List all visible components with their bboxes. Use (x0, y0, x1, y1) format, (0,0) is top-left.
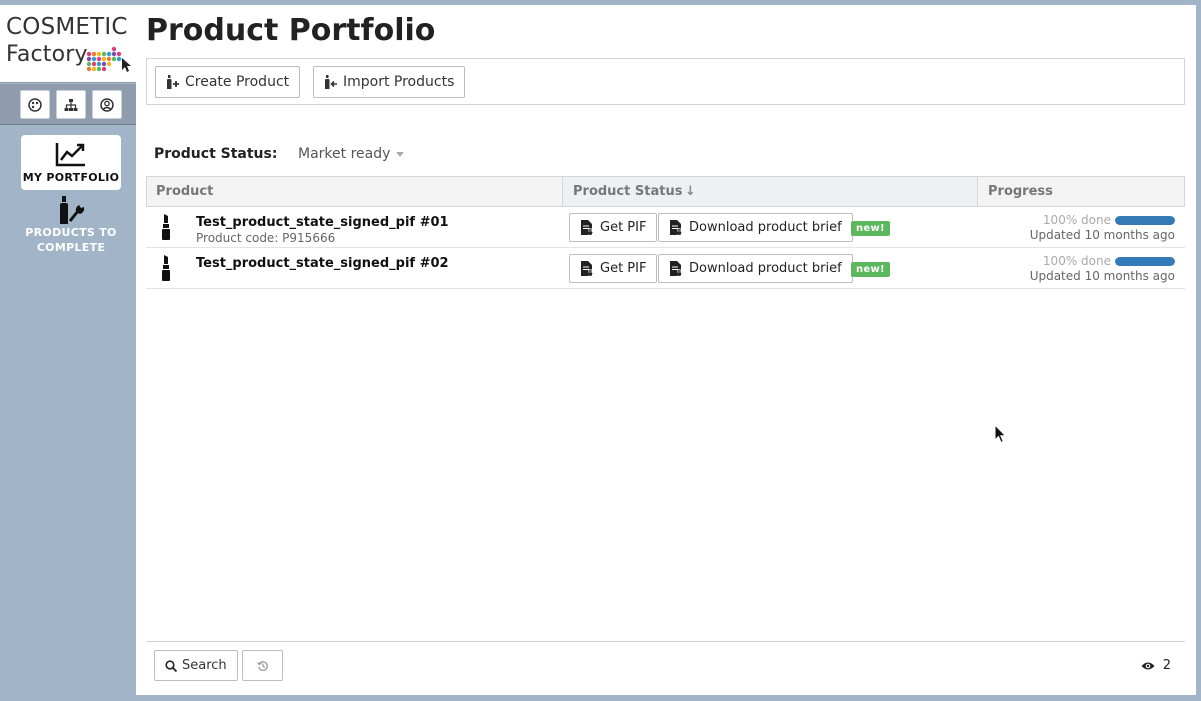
product-name[interactable]: Test_product_state_signed_pif #02 (196, 256, 449, 271)
table-row[interactable]: Test_product_state_signed_pif #02 Get PI… (146, 248, 1185, 289)
table-header: Product Product Status ↓ Progress (146, 176, 1185, 207)
palette-icon (28, 97, 42, 112)
mouse-cursor-icon (994, 424, 1007, 444)
column-header-product-status-cell[interactable]: Product Status ↓ (562, 177, 978, 206)
sitemap-button[interactable] (56, 90, 86, 119)
caret-down-icon (396, 152, 405, 157)
sidebar-icon-bar (0, 84, 136, 125)
logo-text-line1: COSMETIC (6, 14, 128, 40)
import-products-button[interactable]: Import Products (313, 66, 466, 98)
progress-text: 100% done (1042, 254, 1111, 268)
search-label: Search (182, 658, 227, 673)
download-product-brief-button[interactable]: Download product brief (658, 254, 853, 283)
bottle-import-icon (325, 75, 337, 89)
app-logo[interactable]: COSMETIC Factory (0, 5, 136, 83)
lipstick-icon (162, 214, 170, 240)
create-product-label: Create Product (185, 74, 290, 90)
progress-bar (1115, 256, 1175, 266)
reset-history-button[interactable] (242, 650, 283, 681)
get-pif-button[interactable]: Get PIF (569, 254, 658, 283)
sort-desc-icon: ↓ (685, 184, 696, 199)
search-button[interactable]: Search (154, 650, 238, 681)
import-products-label: Import Products (343, 74, 455, 90)
eye-icon (1141, 662, 1155, 669)
download-product-brief-label: Download product brief (689, 261, 842, 276)
product-name[interactable]: Test_product_state_signed_pif #01 (196, 215, 449, 230)
sitemap-icon (64, 98, 78, 111)
column-header-product[interactable]: Product (156, 177, 213, 206)
progress-bar-fill (1115, 256, 1175, 266)
get-pif-label: Get PIF (600, 220, 647, 235)
file-download-icon (581, 220, 593, 235)
product-code: Product code: P915666 (196, 231, 336, 245)
get-pif-label: Get PIF (600, 261, 647, 276)
sidebar: COSMETIC Factory MY PORTFOLIO PRODUCTS T… (0, 5, 136, 695)
user-circle-icon (100, 97, 114, 112)
progress-text: 100% done (1042, 213, 1111, 227)
new-badge: new! (851, 221, 890, 236)
search-icon (165, 659, 177, 672)
product-status-dropdown[interactable]: Market ready (298, 146, 405, 162)
download-product-brief-button[interactable]: Download product brief (658, 213, 853, 242)
footer-bar: Search 2 (146, 641, 1185, 695)
logo-dots-icon (86, 46, 131, 72)
progress-bar (1115, 215, 1175, 225)
progress-cell: 100% done Updated 10 months ago (1030, 213, 1175, 242)
view-count: 2 (1141, 658, 1171, 673)
product-status-selected: Market ready (298, 146, 391, 162)
bottle-plus-icon (167, 75, 179, 89)
toolbar: Create Product Import Products (146, 58, 1185, 105)
table-row[interactable]: Test_product_state_signed_pif #01 Produc… (146, 207, 1185, 248)
column-header-product-status: Product Status (573, 184, 683, 199)
nav-label: MY PORTFOLIO (22, 171, 120, 184)
chart-line-icon (55, 143, 85, 167)
history-icon (256, 660, 268, 671)
view-count-value: 2 (1162, 658, 1171, 673)
file-download-icon (670, 261, 682, 276)
file-download-icon (670, 220, 682, 235)
column-header-progress[interactable]: Progress (988, 177, 1053, 206)
nav-products-to-complete[interactable]: PRODUCTS TO COMPLETE (21, 195, 121, 259)
logo-text-line2: Factory (6, 42, 88, 67)
page-title: Product Portfolio (146, 13, 436, 48)
nav-label: PRODUCTS TO COMPLETE (25, 226, 117, 254)
download-product-brief-label: Download product brief (689, 220, 842, 235)
get-pif-button[interactable]: Get PIF (569, 213, 658, 242)
palette-button[interactable] (20, 90, 50, 119)
main-content: Product Portfolio Create Product Import … (136, 5, 1196, 695)
product-status-filter-label: Product Status: (154, 146, 278, 162)
create-product-button[interactable]: Create Product (155, 66, 301, 98)
nav-my-portfolio[interactable]: MY PORTFOLIO (21, 135, 121, 190)
progress-bar-fill (1115, 215, 1175, 225)
user-button[interactable] (92, 90, 122, 119)
file-download-icon (581, 261, 593, 276)
new-badge: new! (851, 262, 890, 277)
updated-time: Updated 10 months ago (1029, 269, 1175, 283)
updated-time: Updated 10 months ago (1029, 228, 1175, 242)
progress-cell: 100% done Updated 10 months ago (1030, 254, 1175, 283)
lipstick-icon (162, 255, 170, 281)
bottle-wrench-icon (60, 196, 85, 224)
window-edge (1196, 0, 1201, 701)
